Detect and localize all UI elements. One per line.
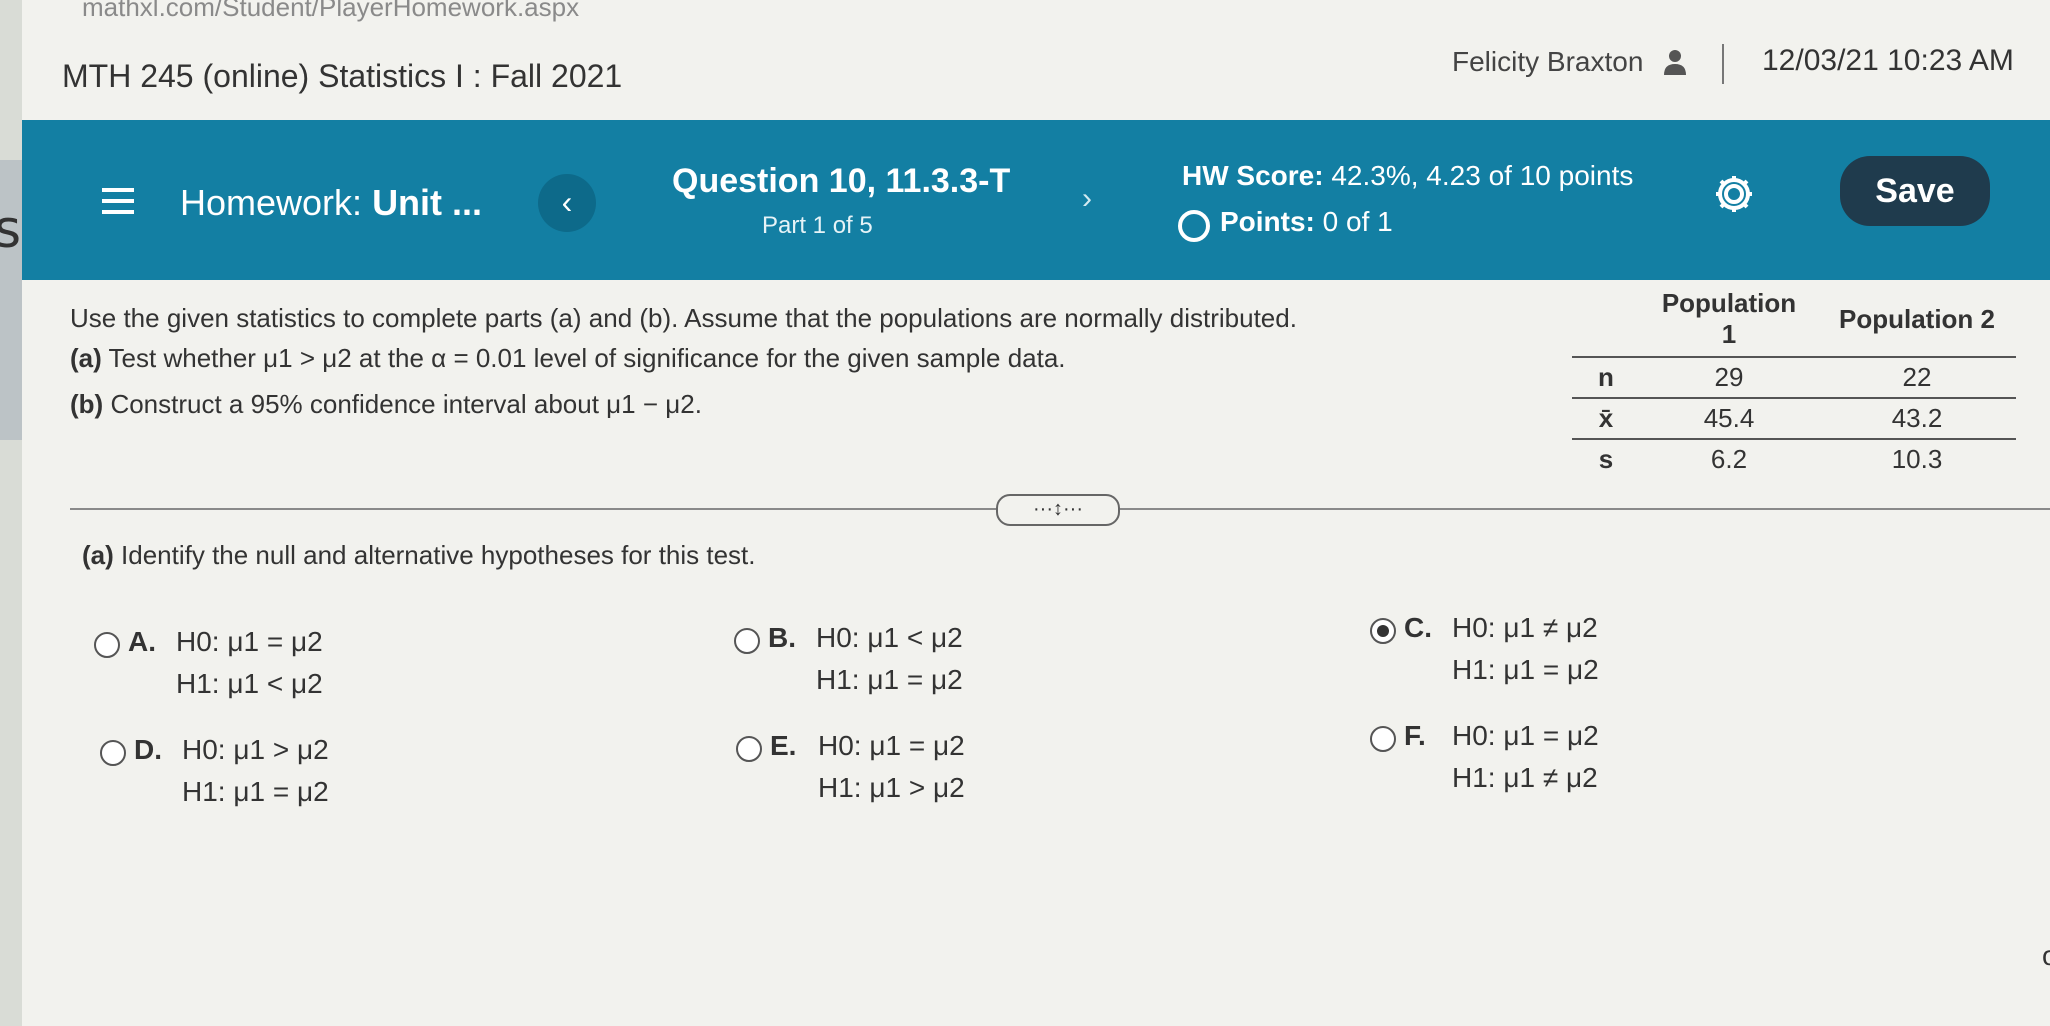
option-letter: D.	[134, 734, 162, 765]
datetime: 12/03/21 10:23 AM	[1762, 44, 2014, 77]
problem-statement: Use the given statistics to complete par…	[70, 298, 1297, 424]
table-cell: 29	[1640, 356, 1818, 398]
problem-part-b: (b) Construct a 95% confidence interval …	[70, 389, 702, 419]
table-cell: 22	[1818, 356, 2016, 398]
part-a-question: (a) Identify the null and alternative hy…	[82, 540, 756, 571]
option-h0: H0: μ1 ≠ μ2	[1452, 612, 1598, 643]
table-cell: 10.3	[1818, 438, 2016, 479]
part-a-label: (a)	[82, 540, 114, 570]
table-cell: 43.2	[1818, 397, 2016, 439]
table-header-row: Population 1 Population 2	[1572, 282, 2016, 357]
hw-score: HW Score: 42.3%, 4.23 of 10 points	[1182, 160, 1634, 191]
row-label: x̄	[1572, 397, 1640, 439]
next-question-button[interactable]: ›	[1082, 182, 1092, 216]
option-letter: F.	[1404, 720, 1426, 751]
question-title: Question 10, 11.3.3-T	[672, 162, 1011, 200]
row-label: s	[1572, 438, 1640, 479]
cut-off-text: or	[2042, 940, 2050, 971]
previous-question-button[interactable]: ‹	[538, 174, 596, 232]
radio-c-selected[interactable]	[1370, 618, 1396, 644]
option-h1: H1: μ1 = μ2	[182, 776, 329, 807]
assignment-header: Homework: Unit ... ‹ Question 10, 11.3.3…	[22, 120, 2050, 280]
gear-icon[interactable]	[1712, 172, 1756, 216]
option-h0: H0: μ1 = μ2	[818, 730, 965, 761]
radio-a[interactable]	[94, 632, 120, 658]
option-d[interactable]: D. H0: μ1 > μ2 H1: μ1 = μ2	[100, 734, 600, 824]
row-label: n	[1572, 356, 1640, 398]
problem-part-a: (a) Test whether μ1 > μ2 at the α = 0.01…	[70, 343, 1066, 373]
option-letter: E.	[770, 730, 797, 761]
option-h0: H0: μ1 < μ2	[816, 622, 963, 653]
option-b[interactable]: B. H0: μ1 < μ2 H1: μ1 = μ2	[734, 622, 1194, 712]
option-h0: H0: μ1 = μ2	[1452, 720, 1599, 751]
radio-e[interactable]	[736, 736, 762, 762]
option-h0: H0: μ1 = μ2	[176, 626, 323, 657]
option-h1: H1: μ1 < μ2	[176, 668, 323, 699]
radio-f[interactable]	[1370, 726, 1396, 752]
table-cell: 6.2	[1640, 438, 1818, 479]
table-row: s 6.2 10.3	[1572, 438, 2016, 479]
option-letter: B.	[768, 622, 796, 653]
option-a[interactable]: A. H0: μ1 = μ2 H1: μ1 < μ2	[94, 626, 594, 716]
save-button[interactable]: Save	[1840, 156, 1990, 226]
option-h1: H1: μ1 = μ2	[816, 664, 963, 695]
radio-b[interactable]	[734, 628, 760, 654]
question-part: Part 1 of 5	[762, 212, 873, 239]
course-title: MTH 245 (online) Statistics I : Fall 202…	[62, 58, 623, 94]
table-row: x̄ 45.4 43.2	[1572, 397, 2016, 439]
option-letter: C.	[1404, 612, 1432, 643]
option-h1: H1: μ1 > μ2	[818, 772, 965, 803]
assignment-title[interactable]: Homework: Unit ...	[180, 182, 482, 224]
points-status-icon	[1178, 210, 1210, 242]
option-e[interactable]: E. H0: μ1 = μ2 H1: μ1 > μ2	[736, 730, 1196, 820]
header-separator	[1722, 44, 1724, 84]
option-f[interactable]: F. H0: μ1 = μ2 H1: μ1 ≠ μ2	[1370, 720, 1830, 810]
table-header	[1572, 282, 1640, 357]
option-letter: A.	[128, 626, 156, 657]
problem-intro: Use the given statistics to complete par…	[70, 303, 1297, 333]
table-header: Population 1	[1661, 288, 1797, 349]
user-icon[interactable]	[1662, 48, 1688, 76]
menu-icon[interactable]	[102, 188, 134, 214]
points: Points: 0 of 1	[1220, 206, 1393, 237]
radio-d[interactable]	[100, 740, 126, 766]
option-h1: H1: μ1 = μ2	[1452, 654, 1599, 685]
table-row: n 29 22	[1572, 356, 2016, 398]
statistics-table: Population 1 Population 2 n 29 22 x̄ 45.…	[1572, 282, 2016, 479]
table-header: Population 2	[1839, 303, 1995, 334]
pane-resize-handle[interactable]: ···↕···	[996, 494, 1120, 526]
part-a-text: Identify the null and alternative hypoth…	[121, 540, 756, 570]
option-h1: H1: μ1 ≠ μ2	[1452, 762, 1598, 793]
option-h0: H0: μ1 > μ2	[182, 734, 329, 765]
browser-url: mathxl.com/Student/PlayerHomework.aspx	[82, 0, 580, 22]
user-name[interactable]: Felicity Braxton	[1452, 46, 1643, 78]
table-cell: 45.4	[1640, 397, 1818, 439]
option-c[interactable]: C. H0: μ1 ≠ μ2 H1: μ1 = μ2	[1370, 612, 1830, 702]
